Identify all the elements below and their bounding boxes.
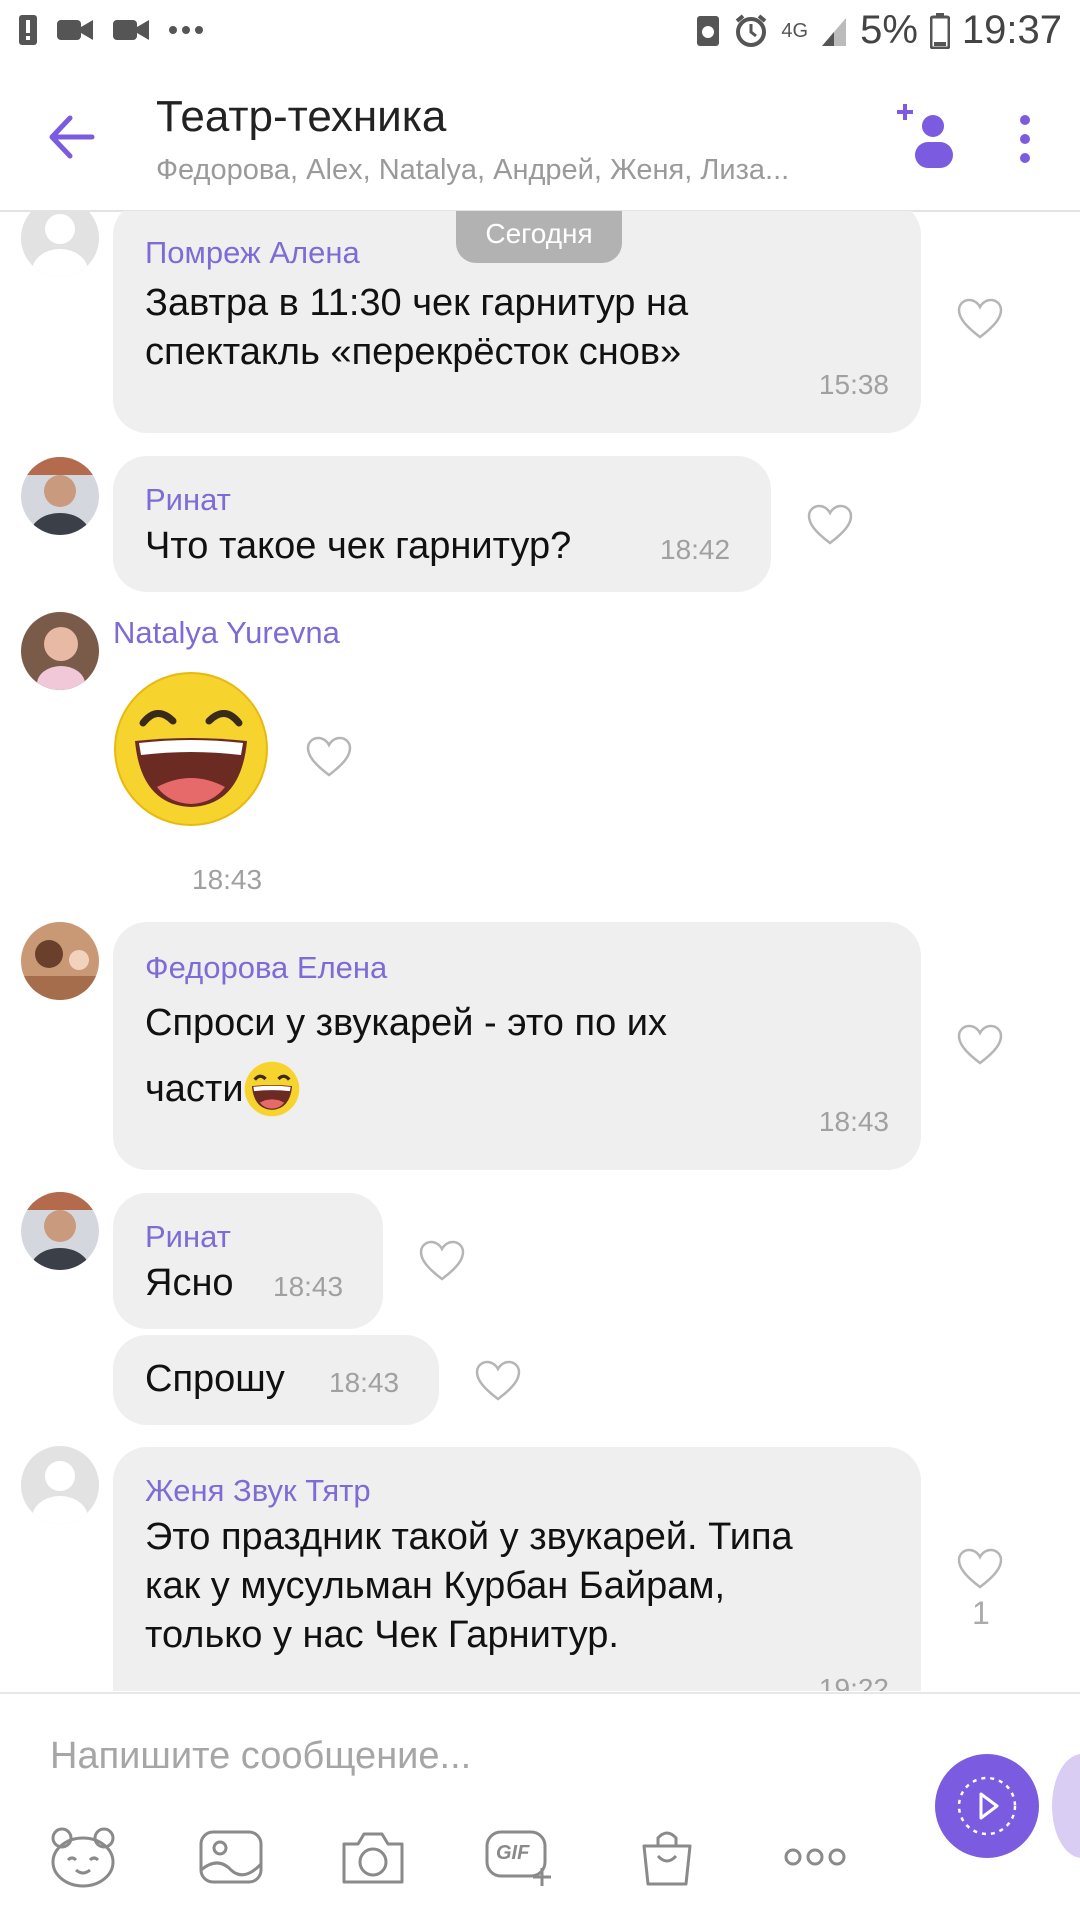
like-heart-icon[interactable] xyxy=(956,1547,1004,1591)
message-line: Завтра в 11:30 чек гарнитур на xyxy=(145,282,689,324)
more-attachments-icon[interactable] xyxy=(780,1826,850,1888)
message-text: Это праздник такой у звукарей. Типа как … xyxy=(145,1513,793,1660)
laughing-emoji-sticker[interactable] xyxy=(113,671,269,827)
message-text: Спрошу xyxy=(145,1358,285,1400)
laughing-emoji-icon xyxy=(244,1061,299,1117)
person-placeholder-icon xyxy=(21,1446,99,1524)
like-heart-icon[interactable] xyxy=(418,1239,466,1283)
message-line: Спроси у звукарей - это по их xyxy=(145,1002,667,1044)
message-time: 15:38 xyxy=(818,369,889,400)
message-bubble[interactable]: Федорова Елена Спроси у звукарей - это п… xyxy=(113,922,921,1170)
like-heart-icon[interactable] xyxy=(474,1359,522,1403)
message-time: 18:43 xyxy=(192,864,263,895)
gallery-icon[interactable] xyxy=(196,1826,266,1888)
avatar-default[interactable] xyxy=(21,211,99,277)
like-heart-icon[interactable] xyxy=(956,297,1004,341)
avatar-rinat[interactable] xyxy=(21,1192,99,1270)
message-line-text: части xyxy=(145,1068,244,1110)
message-input[interactable] xyxy=(50,1726,850,1786)
like-heart-icon[interactable] xyxy=(806,503,854,547)
shopping-bag-icon[interactable] xyxy=(632,1826,702,1888)
back-button[interactable] xyxy=(44,112,100,162)
message-text: Спроси у звукарей - это по их части xyxy=(145,990,667,1122)
video-icon xyxy=(57,20,93,40)
gif-button[interactable]: GIF xyxy=(484,1826,554,1888)
avatar-natalya[interactable] xyxy=(21,612,99,690)
battery-percent: 5% xyxy=(860,8,918,52)
chat-header: Театр-техника Федорова, Alex, Natalya, А… xyxy=(0,64,1080,212)
sender-name[interactable]: Федорова Елена xyxy=(145,950,387,986)
message-list[interactable]: Помреж Алена Завтра в 11:30 чек гарнитур… xyxy=(0,211,1080,1691)
date-separator: Сегодня xyxy=(456,211,622,263)
sender-name[interactable]: Natalya Yurevna xyxy=(113,615,340,651)
message-bubble[interactable]: Женя Звук Тятр Это праздник такой у звук… xyxy=(113,1447,921,1691)
signal-icon xyxy=(822,17,847,46)
message-bubble[interactable]: Ринат Что такое чек гарнитур? 18:42 xyxy=(113,456,771,592)
message-text: Что такое чек гарнитур? xyxy=(145,525,572,567)
sender-name[interactable]: Ринат xyxy=(145,1219,231,1255)
message-line: спектакль «перекрёсток снов» xyxy=(145,331,682,373)
message-line: Это праздник такой у звукарей. Типа xyxy=(145,1516,793,1558)
sender-name[interactable]: Ринат xyxy=(145,482,231,518)
message-time: 18:43 xyxy=(329,1367,400,1398)
clock: 19:37 xyxy=(961,8,1062,52)
add-participant-button[interactable] xyxy=(895,102,957,170)
participants-list[interactable]: Федорова, Alex, Natalya, Андрей, Женя, Л… xyxy=(156,154,789,187)
avatar-default[interactable] xyxy=(21,1446,99,1524)
send-icon xyxy=(957,1776,1017,1836)
message-text: Завтра в 11:30 чек гарнитур на спектакль… xyxy=(145,279,688,377)
video-icon-2 xyxy=(113,20,149,40)
sticker-bear-icon[interactable] xyxy=(48,1826,118,1888)
alert-icon xyxy=(19,15,37,45)
add-user-icon xyxy=(897,104,953,168)
message-time: 18:43 xyxy=(273,1271,344,1302)
avatar-fedorova[interactable] xyxy=(21,922,99,1000)
message-time: 18:43 xyxy=(818,1106,889,1137)
like-heart-icon[interactable] xyxy=(956,1023,1004,1067)
message-line: части xyxy=(145,1056,667,1122)
message-time: 19:22 xyxy=(818,1673,889,1691)
sender-name[interactable]: Помреж Алена xyxy=(145,235,360,271)
send-button[interactable] xyxy=(935,1754,1039,1858)
chat-title[interactable]: Театр-техника xyxy=(156,92,446,142)
camera-icon[interactable] xyxy=(338,1826,408,1888)
avatar-rinat[interactable] xyxy=(21,457,99,535)
sender-name[interactable]: Женя Звук Тятр xyxy=(145,1473,371,1509)
gif-label: GIF xyxy=(496,1842,530,1864)
user-photo-icon xyxy=(21,612,99,690)
user-photo-icon xyxy=(21,1192,99,1270)
user-photo-icon xyxy=(21,457,99,535)
vertical-dots-icon xyxy=(1020,115,1030,163)
record-button[interactable] xyxy=(1052,1754,1080,1858)
message-composer: GIF xyxy=(0,1692,1080,1922)
recycle-icon xyxy=(697,15,720,46)
more-notifications-icon xyxy=(169,26,203,34)
message-text: Ясно xyxy=(145,1262,234,1304)
user-photo-icon xyxy=(21,922,99,1000)
battery-icon xyxy=(929,12,950,49)
back-arrow-icon xyxy=(49,115,95,159)
message-time: 18:42 xyxy=(660,534,731,565)
more-options-button[interactable] xyxy=(1012,114,1038,164)
like-heart-icon[interactable] xyxy=(305,735,353,779)
message-bubble[interactable]: Спрошу 18:43 xyxy=(113,1335,439,1425)
message-bubble[interactable]: Ринат Ясно 18:43 xyxy=(113,1193,383,1329)
like-count: 1 xyxy=(972,1595,990,1631)
alarm-icon xyxy=(736,13,767,47)
network-type: 4G xyxy=(781,19,809,42)
status-bar: 4G 5% 19:37 xyxy=(0,0,1080,64)
person-placeholder-icon xyxy=(21,211,99,277)
message-line: как у мусульман Курбан Байрам, xyxy=(145,1565,726,1607)
message-line: только у нас Чек Гарнитур. xyxy=(145,1614,619,1656)
